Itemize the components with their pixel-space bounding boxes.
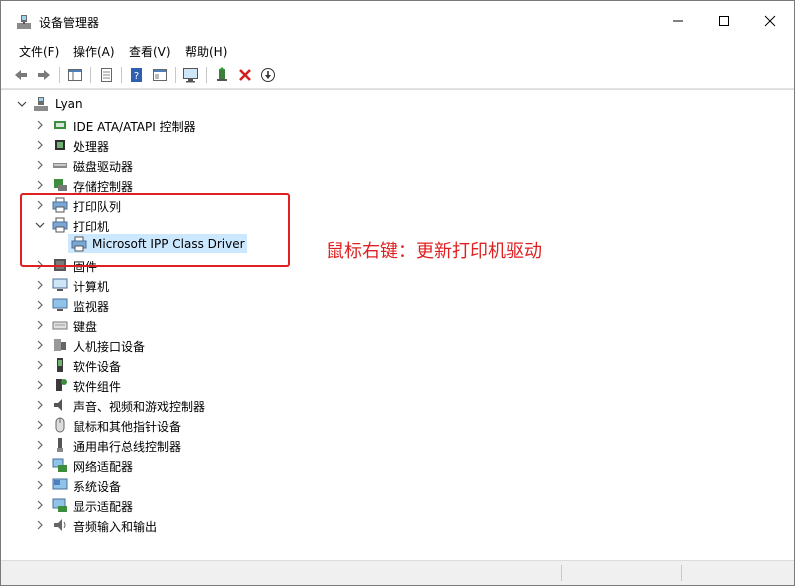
collapsed-chevron-icon[interactable] — [35, 440, 45, 450]
collapsed-chevron-icon[interactable] — [35, 480, 45, 490]
device-tree: Lyan Microsoft IPP Class Driver IDE ATA/… — [1, 89, 794, 560]
system-device-icon — [52, 478, 68, 490]
computer-root-icon — [34, 97, 48, 111]
collapsed-chevron-icon[interactable] — [35, 520, 45, 530]
software-device-icon — [57, 358, 63, 372]
collapsed-chevron-icon[interactable] — [35, 460, 45, 470]
collapsed-chevron-icon[interactable] — [35, 420, 45, 430]
add-driver-icon — [217, 67, 227, 81]
maximize-button[interactable] — [701, 1, 747, 41]
toolbar: ? — [1, 61, 794, 89]
audio-io-icon — [54, 519, 66, 531]
storage-controller-icon — [54, 179, 67, 191]
collapsed-chevron-icon[interactable] — [35, 380, 45, 390]
properties-icon — [101, 68, 112, 82]
category-item[interactable]: 人机接口设备 — [73, 338, 145, 355]
svg-text:?: ? — [134, 71, 139, 82]
update-driver-button[interactable] — [259, 66, 277, 84]
network-adapter-icon — [52, 458, 67, 472]
uninstall-button[interactable] — [236, 66, 254, 84]
help-icon: ? — [131, 68, 142, 82]
maximize-icon — [719, 16, 729, 26]
category-item[interactable]: 键盘 — [73, 318, 97, 335]
collapsed-chevron-icon[interactable] — [35, 340, 45, 350]
category-item[interactable]: 监视器 — [73, 298, 109, 315]
close-button[interactable] — [747, 1, 793, 41]
collapsed-chevron-icon[interactable] — [35, 360, 45, 370]
status-bar — [1, 560, 794, 585]
category-item[interactable]: IDE ATA/ATAPI 控制器 — [73, 118, 196, 135]
show-hide-tree-button[interactable] — [66, 66, 84, 84]
scan-hardware-button[interactable] — [182, 66, 200, 84]
category-item[interactable]: 磁盘驱动器 — [73, 158, 133, 175]
menu-bar: 文件(F) 操作(A) 查看(V) 帮助(H) — [1, 41, 794, 61]
help-button[interactable]: ? — [128, 66, 146, 84]
collapsed-chevron-icon[interactable] — [35, 160, 45, 170]
monitor-icon — [52, 298, 68, 311]
disk-drive-icon — [53, 163, 67, 168]
category-item[interactable]: 计算机 — [73, 278, 109, 295]
back-button[interactable] — [12, 66, 30, 84]
computer-icon — [52, 278, 68, 291]
update-down-icon — [261, 68, 275, 82]
collapsed-chevron-icon[interactable] — [35, 300, 45, 310]
category-item[interactable]: 通用串行总线控制器 — [73, 438, 181, 455]
device-manager-window: 设备管理器 文件(F) 操作(A) 查看(V) 帮助(H) ? Lyan Mic… — [0, 0, 795, 586]
device-manager-icon — [17, 15, 31, 29]
cpu-icon — [55, 140, 65, 150]
back-arrow-icon — [15, 70, 27, 80]
category-item[interactable]: 鼠标和其他指针设备 — [73, 418, 181, 435]
window-title: 设备管理器 — [39, 16, 100, 30]
title-bar: 设备管理器 — [1, 1, 794, 41]
close-icon — [764, 15, 776, 27]
software-component-icon — [56, 379, 67, 391]
category-item[interactable]: 软件组件 — [73, 378, 121, 395]
uninstall-x-icon — [239, 69, 251, 81]
category-item[interactable]: 显示适配器 — [73, 498, 133, 515]
usb-icon — [57, 438, 63, 452]
root-expanded-chevron-icon[interactable] — [17, 99, 27, 109]
minimize-icon — [673, 20, 683, 22]
collapsed-chevron-icon[interactable] — [35, 320, 45, 330]
category-item[interactable]: 系统设备 — [73, 478, 121, 495]
category-item[interactable]: 处理器 — [73, 138, 109, 155]
ide-controller-icon — [54, 121, 66, 129]
category-item[interactable]: 软件设备 — [73, 358, 121, 375]
collapsed-chevron-icon[interactable] — [35, 140, 45, 150]
annotation-text: 鼠标右键：更新打印机驱动 — [326, 241, 542, 262]
category-item[interactable]: 声音、视频和游戏控制器 — [73, 398, 205, 415]
menu-help[interactable]: 帮助(H) — [185, 43, 227, 60]
collapsed-chevron-icon[interactable] — [35, 120, 45, 130]
view-button[interactable] — [151, 66, 169, 84]
category-item[interactable]: 网络适配器 — [73, 458, 133, 475]
monitor-scan-icon — [183, 68, 198, 83]
category-item[interactable]: 音频输入和输出 — [73, 518, 157, 535]
display-adapter-icon — [52, 498, 67, 512]
forward-button[interactable] — [35, 66, 53, 84]
menu-action[interactable]: 操作(A) — [73, 43, 115, 60]
collapsed-chevron-icon[interactable] — [35, 180, 45, 190]
view-icon — [153, 69, 167, 81]
highlight-box — [20, 193, 290, 267]
hid-icon — [54, 339, 66, 351]
collapsed-chevron-icon[interactable] — [35, 500, 45, 510]
properties-button[interactable] — [97, 66, 115, 84]
menu-view[interactable]: 查看(V) — [129, 43, 171, 60]
show-hide-tree-icon — [68, 69, 82, 81]
add-driver-button[interactable] — [213, 66, 231, 84]
menu-file[interactable]: 文件(F) — [19, 43, 59, 60]
collapsed-chevron-icon[interactable] — [35, 280, 45, 290]
keyboard-icon — [52, 321, 68, 330]
collapsed-chevron-icon[interactable] — [35, 400, 45, 410]
speaker-icon — [54, 399, 62, 411]
root-label[interactable]: Lyan — [55, 97, 83, 111]
minimize-button[interactable] — [655, 1, 701, 41]
forward-arrow-icon — [38, 70, 50, 80]
mouse-icon — [55, 417, 65, 433]
